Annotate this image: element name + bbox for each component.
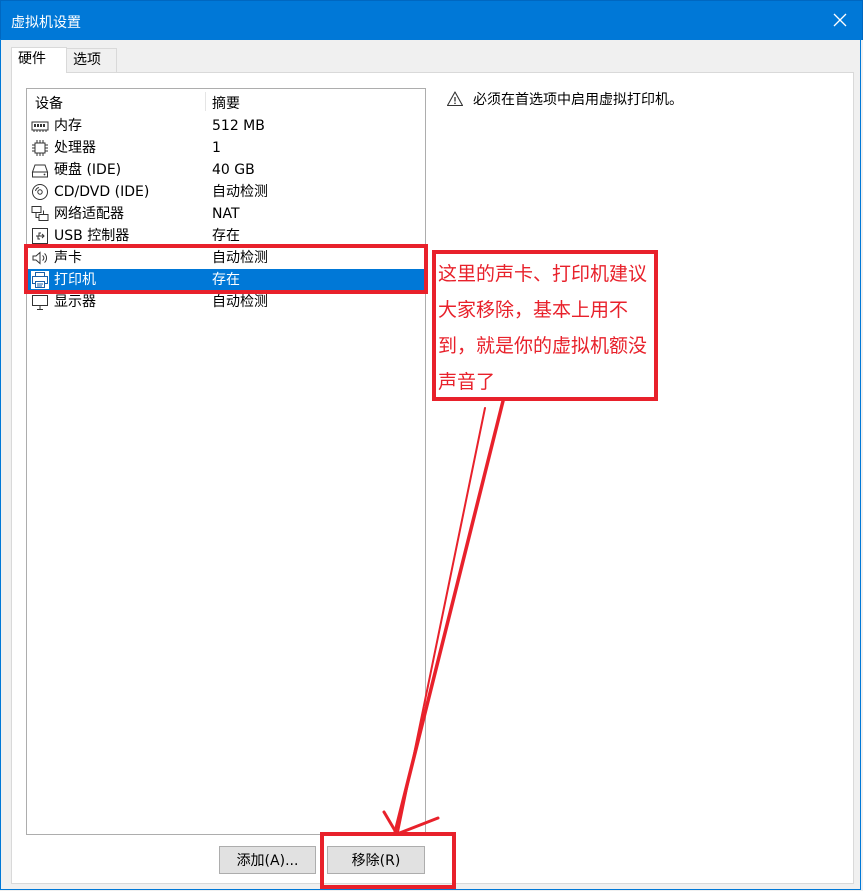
- device-summary: NAT: [212, 206, 240, 222]
- device-name: 网络适配器: [54, 206, 124, 222]
- device-row-processor[interactable]: 处理器 1: [27, 137, 425, 159]
- add-button[interactable]: 添加(A)...: [219, 846, 316, 874]
- window-title: 虚拟机设置: [11, 15, 81, 31]
- list-header: 设备 摘要: [27, 89, 425, 113]
- device-name: 声卡: [54, 250, 82, 266]
- hard-disk-icon: [31, 164, 49, 178]
- network-adapter-icon: [31, 206, 49, 221]
- tab-options-label: 选项: [73, 52, 101, 68]
- device-row-sound-card[interactable]: 声卡 自动检测: [27, 247, 425, 269]
- device-name: 处理器: [54, 140, 96, 156]
- column-header-summary[interactable]: 摘要: [212, 93, 240, 113]
- annotation-note-text: 这里的声卡、打印机建议大家移除，基本上用不到，就是你的虚拟机额没声音了: [438, 263, 648, 393]
- warning-icon: [446, 91, 464, 107]
- device-summary: 40 GB: [212, 162, 255, 178]
- tab-hardware[interactable]: 硬件: [11, 47, 67, 73]
- close-button[interactable]: [824, 5, 856, 35]
- device-name: USB 控制器: [54, 228, 130, 244]
- cd-dvd-icon: [32, 184, 48, 200]
- close-icon: [833, 13, 847, 27]
- speaker-icon: [32, 251, 47, 265]
- remove-button[interactable]: 移除(R): [327, 846, 425, 874]
- device-summary: 存在: [212, 272, 240, 288]
- device-name: CD/DVD (IDE): [54, 184, 150, 200]
- device-list[interactable]: 设备 摘要 内存 512 MB 处理器 1 硬盘 (IDE) 40 GB CD/…: [26, 88, 426, 835]
- column-header-device[interactable]: 设备: [35, 93, 63, 113]
- device-row-hard-disk[interactable]: 硬盘 (IDE) 40 GB: [27, 159, 425, 181]
- usb-icon: [32, 228, 48, 244]
- device-summary: 512 MB: [212, 118, 265, 134]
- device-row-network-adapter[interactable]: 网络适配器 NAT: [27, 203, 425, 225]
- device-row-usb-controller[interactable]: USB 控制器 存在: [27, 225, 425, 247]
- tab-hardware-label: 硬件: [18, 51, 46, 67]
- display-icon: [32, 295, 48, 310]
- processor-icon: [32, 140, 48, 156]
- tab-options[interactable]: 选项: [66, 48, 117, 72]
- device-row-cd-dvd[interactable]: CD/DVD (IDE) 自动检测: [27, 181, 425, 203]
- device-row-display[interactable]: 显示器 自动检测: [27, 291, 425, 313]
- device-name: 硬盘 (IDE): [54, 162, 122, 178]
- device-row-printer[interactable]: 打印机 存在: [27, 269, 425, 291]
- window-titlebar: 虚拟机设置: [0, 0, 863, 40]
- device-summary: 存在: [212, 228, 240, 244]
- device-summary: 自动检测: [212, 184, 268, 200]
- memory-icon: [31, 121, 49, 132]
- notice-text: 必须在首选项中启用虚拟打印机。: [473, 92, 683, 108]
- device-summary: 1: [212, 140, 221, 156]
- device-name: 显示器: [54, 294, 96, 310]
- device-summary: 自动检测: [212, 294, 268, 310]
- column-separator[interactable]: [205, 92, 206, 111]
- device-name: 内存: [54, 118, 82, 134]
- device-name: 打印机: [54, 272, 96, 288]
- device-row-memory[interactable]: 内存 512 MB: [27, 115, 425, 137]
- printer-icon: [31, 271, 49, 289]
- device-summary: 自动检测: [212, 250, 268, 266]
